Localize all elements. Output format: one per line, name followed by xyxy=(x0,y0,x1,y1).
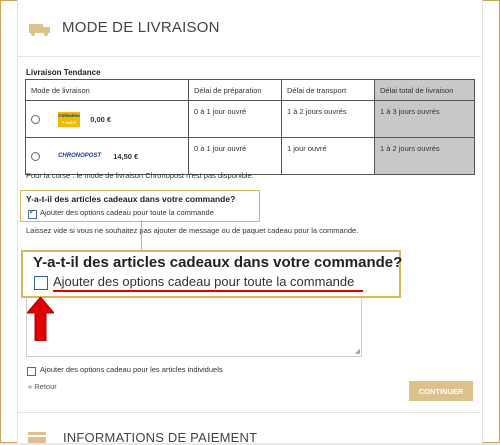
zoom-callout: Y-a-t-il des articles cadeaux dans votre… xyxy=(21,250,403,298)
total-cell: 1 à 3 jours ouvrés xyxy=(374,100,475,138)
carrier-cell[interactable]: CHRONOPOST 14,50 € xyxy=(25,137,189,175)
table-header-row: Mode de livraison Délai de préparation D… xyxy=(25,79,475,101)
colissimo-logo: Colissimo + suivi xyxy=(58,111,81,127)
transport-cell: 1 à 2 jours ouvrés xyxy=(281,100,375,138)
shipping-subheading: Livraison Tendance xyxy=(26,68,101,77)
section-title: MODE DE LIVRAISON xyxy=(62,19,220,36)
price-label: 0,00 € xyxy=(90,114,112,124)
zoom-gift-label[interactable]: Ajouter des options cadeau pour toute la… xyxy=(53,274,354,289)
zoom-gift-checkbox[interactable] xyxy=(34,276,48,290)
red-underline xyxy=(53,290,363,292)
colissimo-radio[interactable] xyxy=(31,114,40,124)
zoom-gift-question: Y-a-t-il des articles cadeaux dans votre… xyxy=(33,254,403,271)
chronopost-radio[interactable] xyxy=(31,151,40,161)
table-row[interactable]: CHRONOPOST 14,50 € 0 à 1 jour ouvré 1 jo… xyxy=(25,137,475,175)
gift-all-checkbox[interactable]: ✔ xyxy=(28,209,37,219)
credit-card-icon xyxy=(28,432,46,443)
gift-question: Y-a-t-il des articles cadeaux dans votre… xyxy=(26,194,236,204)
gift-all-label[interactable]: Ajouter des options cadeau pour toute la… xyxy=(40,208,214,217)
red-arrow-icon xyxy=(27,297,54,341)
section-header-shipping: MODE DE LIVRAISON xyxy=(17,0,481,57)
total-cell: 1 à 2 jours ouvrés xyxy=(374,137,475,175)
shipping-table: Mode de livraison Délai de préparation D… xyxy=(25,79,475,175)
chronopost-logo: CHRONOPOST xyxy=(58,153,102,160)
table-row[interactable]: Colissimo + suivi 0,00 € 0 à 1 jour ouvré… xyxy=(25,100,475,138)
column-header: Mode de livraison xyxy=(25,79,189,101)
corse-note: Pour la corse : le mode de livraison Chr… xyxy=(26,171,254,180)
prep-cell: 0 à 1 jour ouvré xyxy=(188,137,282,175)
price-label: 14,50 € xyxy=(113,151,139,161)
section-divider xyxy=(17,412,481,413)
truck-icon xyxy=(29,24,50,36)
prep-cell: 0 à 1 jour ouvré xyxy=(188,100,282,138)
callout-connector xyxy=(141,220,142,250)
carrier-cell[interactable]: Colissimo + suivi 0,00 € xyxy=(25,100,189,138)
gift-individual-checkbox[interactable] xyxy=(27,367,36,376)
transport-cell: 1 jour ouvré xyxy=(281,137,375,175)
continue-button[interactable]: CONTINUER xyxy=(409,381,473,401)
resize-grip-icon[interactable]: ◢ xyxy=(355,348,360,355)
column-header: Délai de préparation xyxy=(188,79,282,101)
gift-individual-label[interactable]: Ajouter des options cadeau pour les arti… xyxy=(40,365,223,374)
column-header: Délai total de livraison xyxy=(374,79,475,101)
column-header: Délai de transport xyxy=(281,79,375,101)
check-icon: ✔ xyxy=(29,209,35,216)
gift-help-text: Laissez vide si vous ne souhaitez pas aj… xyxy=(26,226,359,235)
back-link[interactable]: « Retour xyxy=(28,382,57,391)
